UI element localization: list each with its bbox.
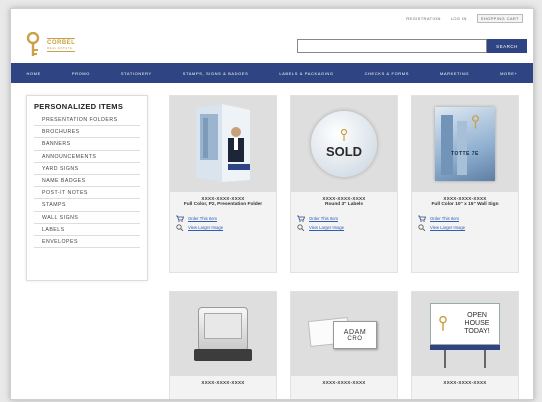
order-item-link[interactable]: Order This Item bbox=[430, 216, 459, 221]
product-sku: XXXX-XXXX-XXXX bbox=[443, 196, 487, 201]
product-sku: XXXX-XXXX-XXXX bbox=[201, 196, 245, 201]
product-sku: XXXX-XXXX-XXXX bbox=[322, 380, 366, 385]
key-icon bbox=[439, 316, 447, 331]
search-button[interactable]: SEARCH bbox=[487, 39, 527, 53]
wall-sign-text: TOTTE 7E bbox=[451, 151, 479, 157]
badge-name-text: ADAM bbox=[343, 328, 367, 336]
cart-icon bbox=[297, 215, 305, 222]
magnifier-icon bbox=[418, 224, 426, 231]
sidebar-item-banners[interactable]: BANNERS bbox=[34, 138, 140, 151]
product-image[interactable] bbox=[170, 292, 276, 376]
logo-text: CORBEL REAL ESTATE bbox=[47, 38, 76, 52]
key-icon bbox=[340, 129, 348, 141]
nav-promo[interactable]: PROMO bbox=[72, 71, 90, 76]
round-label-image: SOLD bbox=[311, 111, 377, 177]
nav-labels-packaging[interactable]: LABELS & PACKAGING bbox=[279, 71, 333, 76]
login-link[interactable]: LOG IN bbox=[451, 16, 467, 21]
product-card: XXXX-XXXX-XXXX Full Color, P2, Presentat… bbox=[169, 95, 277, 273]
sidebar-item-post-it-notes[interactable]: POST-IT NOTES bbox=[34, 187, 140, 200]
product-card: ADAM CRO XXXX-XXXX-XXXX bbox=[290, 291, 398, 399]
product-image[interactable]: SOLD bbox=[291, 96, 397, 192]
order-item-link[interactable]: Order This Item bbox=[188, 216, 217, 221]
product-sku: XXXX-XXXX-XXXX bbox=[443, 380, 487, 385]
product-name: Full Color 10" x 15" Wall Sign bbox=[431, 202, 499, 207]
sidebar-title: PERSONALIZED ITEMS bbox=[34, 102, 124, 111]
sign-line-2: HOUSE bbox=[464, 320, 490, 327]
sidebar-item-wall-signs[interactable]: WALL SIGNS bbox=[34, 212, 140, 224]
product-card: SOLD XXXX-XXXX-XXXX Round 3" Labels Orde… bbox=[290, 95, 398, 273]
sidebar-item-announcements[interactable]: ANNOUNCEMENTS bbox=[34, 151, 140, 163]
nav-stationery[interactable]: STATIONERY bbox=[121, 71, 152, 76]
product-image[interactable] bbox=[170, 96, 276, 192]
sign-line-1: OPEN bbox=[467, 312, 487, 319]
cart-icon bbox=[176, 215, 184, 222]
product-sku: XXXX-XXXX-XXXX bbox=[322, 196, 366, 201]
sidebar-item-labels[interactable]: LABELS bbox=[34, 224, 140, 236]
view-larger-image-link[interactable]: View Larger Image bbox=[430, 225, 465, 230]
cart-icon bbox=[418, 215, 426, 222]
key-logo-icon bbox=[26, 32, 40, 56]
browser-page: REGISTRATION LOG IN SHOPPING CART CORBEL… bbox=[10, 8, 534, 400]
presentation-folder-image bbox=[196, 104, 250, 182]
open-house-sign-image: OPEN HOUSE TODAY! bbox=[430, 299, 500, 369]
sidebar-item-presentation-folders[interactable]: PRESENTATION FOLDERS bbox=[34, 114, 140, 127]
search-bar: SEARCH bbox=[297, 39, 527, 53]
sidebar-item-name-badges[interactable]: NAME BADGES bbox=[34, 175, 140, 188]
sidebar-item-envelopes[interactable]: ENVELOPES bbox=[34, 236, 140, 249]
sidebar-item-yard-signs[interactable]: YARD SIGNS bbox=[34, 163, 140, 175]
product-sku: XXXX-XXXX-XXXX bbox=[201, 380, 245, 385]
top-links: REGISTRATION LOG IN SHOPPING CART bbox=[406, 14, 523, 23]
product-name: Full Color, P2, Presentation Folder bbox=[183, 202, 263, 207]
category-sidebar: PERSONALIZED ITEMS PRESENTATION FOLDERS … bbox=[26, 95, 148, 281]
nav-stamps-signs-badges[interactable]: STAMPS, SIGNS & BADGES bbox=[183, 71, 249, 76]
key-icon bbox=[472, 115, 479, 129]
badge-title-text: CRO bbox=[347, 335, 363, 342]
nav-home[interactable]: HOME bbox=[26, 71, 40, 76]
product-image[interactable]: OPEN HOUSE TODAY! bbox=[412, 292, 518, 376]
logo[interactable]: CORBEL REAL ESTATE bbox=[25, 29, 125, 61]
wall-sign-image: TOTTE 7E bbox=[435, 107, 495, 181]
sidebar-list: PRESENTATION FOLDERS BROCHURES BANNERS A… bbox=[34, 114, 140, 249]
main-nav: HOME PROMO STATIONERY STAMPS, SIGNS & BA… bbox=[11, 63, 533, 83]
shopping-cart-button[interactable]: SHOPPING CART bbox=[476, 14, 523, 23]
view-larger-image-link[interactable]: View Larger Image bbox=[309, 225, 344, 230]
product-image[interactable]: TOTTE 7E bbox=[412, 96, 518, 192]
self-inking-stamp-image bbox=[194, 307, 252, 361]
magnifier-icon bbox=[176, 224, 184, 231]
magnifier-icon bbox=[297, 224, 305, 231]
sign-line-3: TODAY! bbox=[464, 328, 490, 335]
name-badge-image: ADAM CRO bbox=[307, 315, 379, 353]
sidebar-item-stamps[interactable]: STAMPS bbox=[34, 199, 140, 212]
brand-subtitle: REAL ESTATE bbox=[47, 46, 73, 50]
product-card: TOTTE 7E XXXX-XXXX-XXXX Full Color 10" x… bbox=[411, 95, 519, 273]
view-larger-image-link[interactable]: View Larger Image bbox=[188, 225, 223, 230]
nav-more[interactable]: MORE+ bbox=[500, 71, 517, 76]
order-item-link[interactable]: Order This Item bbox=[309, 216, 338, 221]
nav-marketing[interactable]: MARKETING bbox=[440, 71, 469, 76]
nav-checks-forms[interactable]: CHECKS & FORMS bbox=[365, 71, 409, 76]
product-name: Round 3" Labels bbox=[325, 202, 363, 207]
product-card: XXXX-XXXX-XXXX bbox=[169, 291, 277, 399]
label-sold-text: SOLD bbox=[325, 144, 363, 159]
search-input[interactable] bbox=[297, 39, 487, 53]
registration-link[interactable]: REGISTRATION bbox=[406, 16, 441, 21]
product-image[interactable]: ADAM CRO bbox=[291, 292, 397, 376]
product-card: OPEN HOUSE TODAY! XXXX-XXXX-XXXX bbox=[411, 291, 519, 399]
sidebar-item-brochures[interactable]: BROCHURES bbox=[34, 126, 140, 139]
